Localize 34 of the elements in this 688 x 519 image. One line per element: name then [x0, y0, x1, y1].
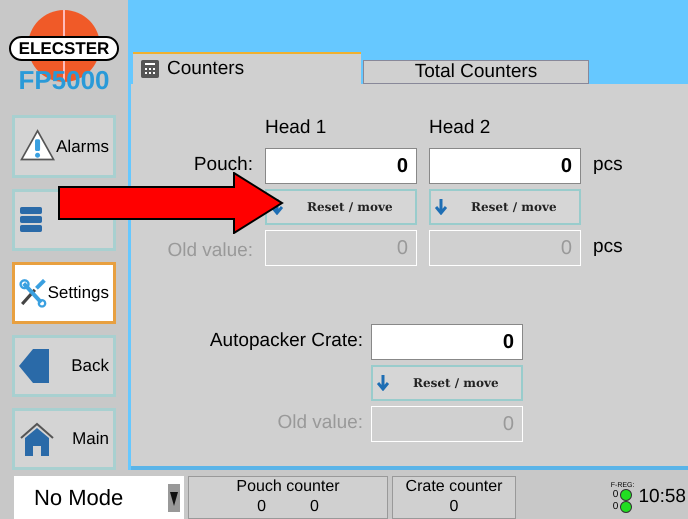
- sidebar-button[interactable]: Main: [12, 408, 116, 470]
- column-heading: Head 2: [429, 116, 492, 140]
- reset-move-button[interactable]: Reset / move: [265, 188, 417, 224]
- field-label: Autopacker Crate:: [208, 329, 363, 354]
- counter-field[interactable]: 0: [371, 324, 523, 360]
- tab[interactable]: Counters: [133, 52, 361, 84]
- sidebar-button[interactable]: Alarms: [12, 115, 116, 178]
- counter-field[interactable]: 0: [429, 148, 581, 184]
- counter-title: Crate counter: [406, 477, 502, 497]
- counter-field[interactable]: 0: [265, 148, 417, 184]
- freg-value: 0: [612, 502, 618, 512]
- down-arrow-icon: [271, 198, 283, 214]
- mode-dropdown[interactable]: No Mode: [14, 476, 184, 519]
- reset-move-button[interactable]: Reset / move: [429, 188, 581, 224]
- column-heading: Head 1: [265, 116, 328, 140]
- down-arrow-icon: [377, 374, 389, 390]
- counter-value: 0: [310, 497, 319, 517]
- reset-move-button[interactable]: Reset / move: [371, 364, 523, 400]
- counter-title: Pouch counter: [236, 477, 340, 497]
- sidebar-button[interactable]: Back: [12, 334, 116, 397]
- tab[interactable]: Total Counters: [363, 60, 589, 84]
- field-label: Pouch:: [192, 153, 253, 178]
- counter-value: 0: [257, 497, 266, 517]
- left-arrow-icon: [19, 348, 49, 383]
- freg-value: 0: [612, 490, 618, 500]
- unit-label: pcs: [593, 235, 624, 260]
- counter-value: 0: [450, 497, 458, 517]
- down-arrow-icon: [435, 198, 447, 214]
- clock-time: 10:58: [638, 485, 686, 510]
- server-stack-icon: [19, 206, 43, 234]
- unit-label: pcs: [593, 153, 624, 178]
- home-icon: [19, 422, 55, 456]
- dropdown-caret-icon: [168, 484, 180, 512]
- sidebar-button[interactable]: Settings: [12, 262, 116, 324]
